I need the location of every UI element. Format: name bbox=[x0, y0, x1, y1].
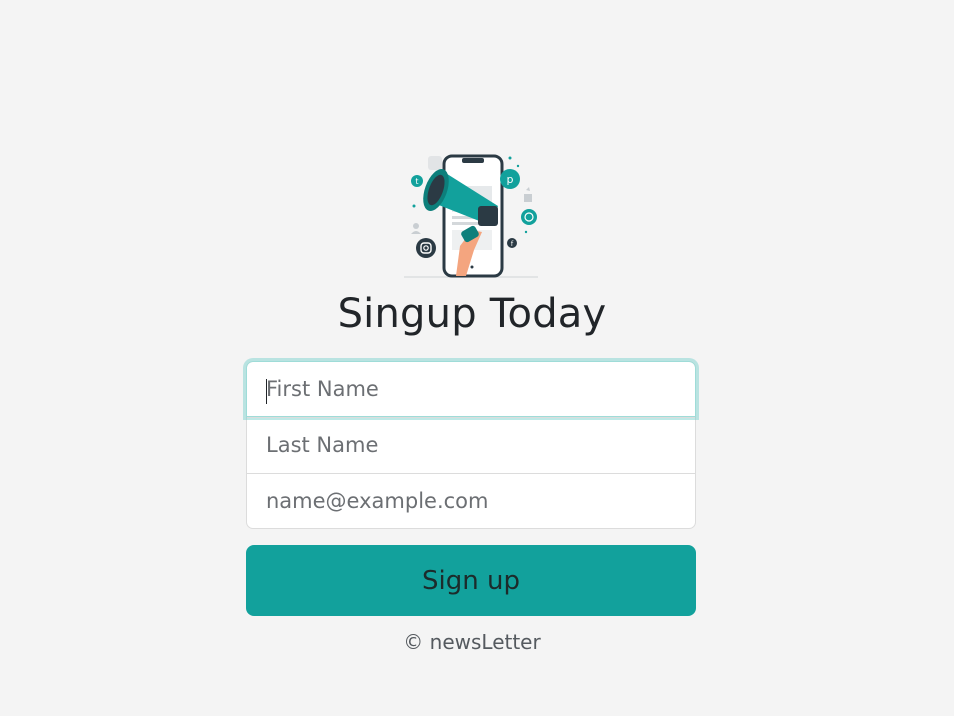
megaphone-phone-icon: t p f bbox=[404, 154, 538, 278]
svg-text:t: t bbox=[415, 177, 418, 186]
email-input[interactable] bbox=[247, 474, 695, 528]
first-name-field-wrapper bbox=[246, 361, 696, 417]
signup-form bbox=[246, 361, 696, 529]
first-name-input[interactable] bbox=[247, 362, 695, 416]
page-title: Singup Today bbox=[337, 291, 607, 337]
text-caret bbox=[266, 379, 267, 404]
signup-page: t p f Singup Today First Name Last Name … bbox=[0, 0, 954, 716]
hero-illustration: t p f bbox=[400, 146, 542, 280]
email-field-wrapper bbox=[247, 473, 695, 528]
svg-text:p: p bbox=[507, 173, 514, 186]
last-name-field-wrapper bbox=[247, 417, 695, 472]
footer-copyright: © newsLetter bbox=[403, 630, 541, 654]
sign-up-button[interactable]: Sign up bbox=[246, 545, 696, 616]
last-name-input[interactable] bbox=[247, 418, 695, 472]
